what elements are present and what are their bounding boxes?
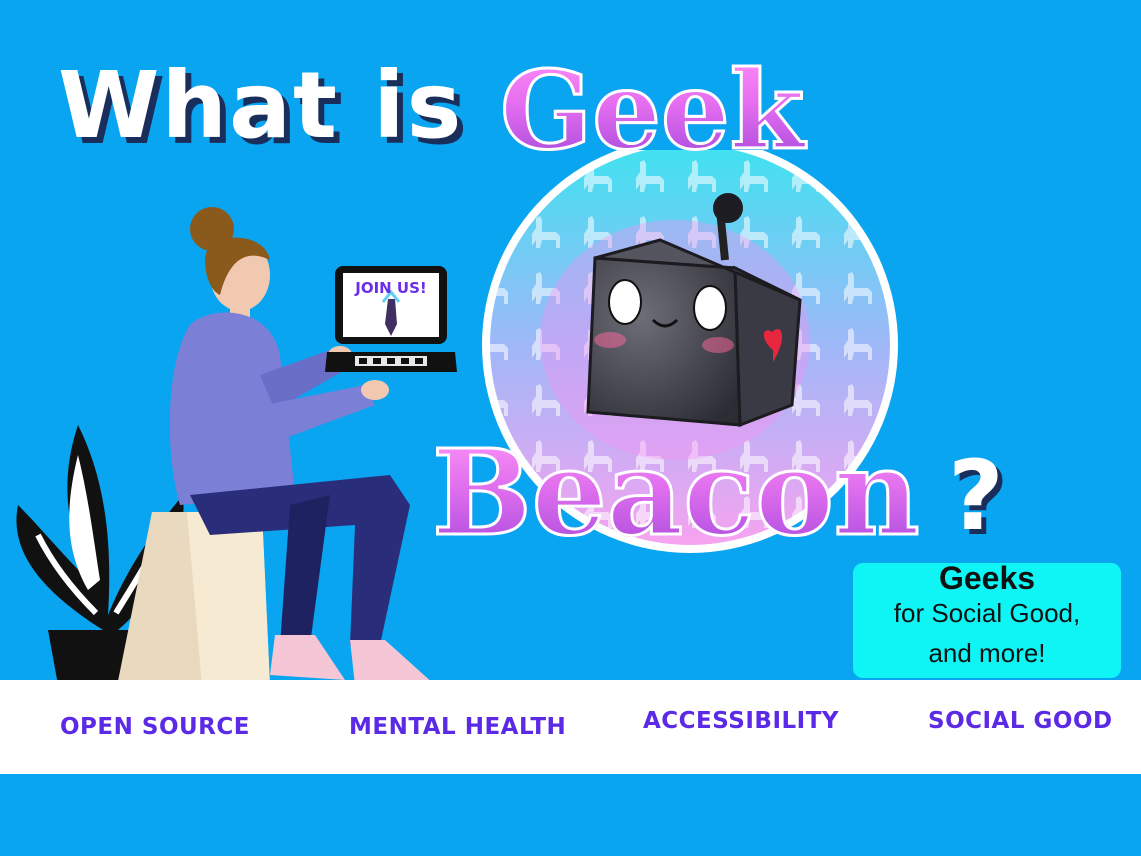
topic-mental-health: MENTAL HEALTH	[349, 714, 567, 740]
tagline-line-1: Geeks	[938, 560, 1036, 596]
title-what-is: What is	[58, 52, 464, 159]
title-beacon: Beacon	[431, 423, 922, 562]
tagline-box: Geeks for Social Good, and more!	[853, 560, 1121, 678]
poster: JOIN US! What is Geek Beacon ? Geeks for…	[0, 0, 1141, 856]
topic-social-good: SOCIAL GOOD	[928, 708, 1113, 734]
tagline-line-2: for Social Good,	[893, 598, 1081, 628]
tagline-line-3: and more!	[928, 638, 1046, 668]
join-us-text: JOIN US!	[355, 279, 427, 297]
title-geek: Geek	[499, 48, 806, 174]
topics-band: OPEN SOURCE MENTAL HEALTH ACCESSIBILITY …	[0, 680, 1141, 774]
topic-accessibility: ACCESSIBILITY	[643, 708, 840, 734]
topic-open-source: OPEN SOURCE	[60, 714, 250, 740]
title-question-mark: ?	[948, 440, 1004, 552]
